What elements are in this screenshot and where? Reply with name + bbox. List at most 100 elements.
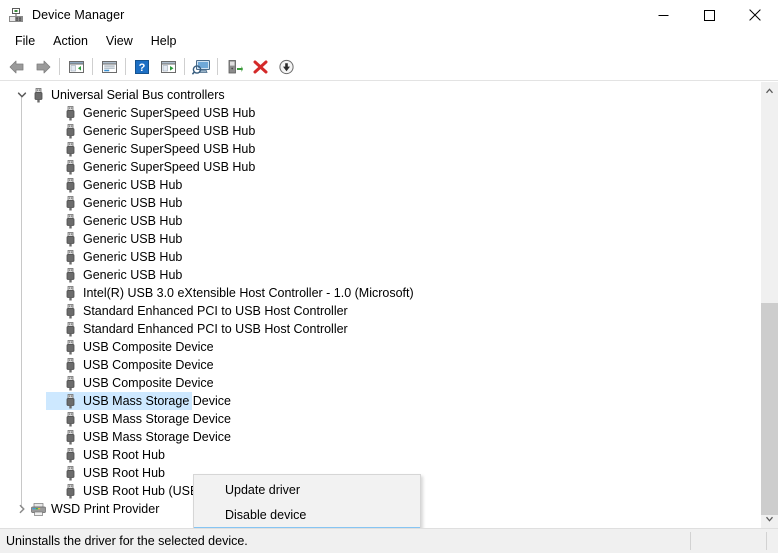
- usb-device-icon: [34, 87, 43, 102]
- tree-row[interactable]: USB Mass Storage Device: [0, 410, 760, 428]
- tree-row[interactable]: USB Root Hub: [0, 446, 760, 464]
- usb-device-icon: [66, 123, 75, 138]
- back-arrow-icon: [9, 60, 24, 73]
- usb-device-icon: [66, 285, 75, 300]
- usb-device-icon: [66, 141, 75, 156]
- disable-device-button[interactable]: [273, 55, 299, 79]
- tree-row[interactable]: USB Mass Storage Device: [0, 392, 760, 410]
- vertical-scrollbar[interactable]: [760, 82, 778, 528]
- tree-row[interactable]: Generic USB Hub: [0, 176, 760, 194]
- forward-button[interactable]: [30, 55, 56, 79]
- tree-row[interactable]: Universal Serial Bus controllers: [0, 86, 760, 104]
- tree-row[interactable]: Generic USB Hub: [0, 266, 760, 284]
- usb-device-icon: [66, 213, 75, 228]
- usb-device-icon: [66, 303, 75, 318]
- tree-row[interactable]: Generic SuperSpeed USB Hub: [0, 158, 760, 176]
- usb-device-icon: [66, 249, 75, 264]
- properties-button[interactable]: [96, 55, 122, 79]
- tree-row[interactable]: Generic SuperSpeed USB Hub: [0, 140, 760, 158]
- tree-row-label: USB Composite Device: [83, 340, 214, 354]
- tree-row[interactable]: Generic USB Hub: [0, 248, 760, 266]
- properties-window-icon: [101, 60, 117, 73]
- usb-device-icon: [66, 411, 75, 426]
- tree-row[interactable]: Standard Enhanced PCI to USB Host Contro…: [0, 320, 760, 338]
- tree-row[interactable]: USB Composite Device: [0, 338, 760, 356]
- menu-action[interactable]: Action: [44, 32, 97, 51]
- enable-device-icon: [228, 59, 243, 73]
- context-menu-item[interactable]: Uninstall device: [194, 527, 420, 528]
- tree-row[interactable]: USB Mass Storage Device: [0, 428, 760, 446]
- show-hide-console-tree-button[interactable]: [63, 55, 89, 79]
- forward-arrow-icon: [36, 60, 51, 73]
- tree-row-label: Intel(R) USB 3.0 eXtensible Host Control…: [83, 286, 414, 300]
- tree-row[interactable]: Generic USB Hub: [0, 212, 760, 230]
- chevron-right-icon[interactable]: [14, 500, 30, 518]
- window-title: Device Manager: [32, 8, 125, 22]
- svg-text:?: ?: [139, 62, 146, 74]
- tree-row-label: USB Composite Device: [83, 358, 214, 372]
- scroll-thumb[interactable]: [761, 303, 778, 515]
- close-button[interactable]: [732, 0, 778, 30]
- tree-row[interactable]: Generic SuperSpeed USB Hub: [0, 122, 760, 140]
- tree-row[interactable]: Generic USB Hub: [0, 230, 760, 248]
- usb-device-icon: [66, 231, 75, 246]
- usb-device-icon: [66, 195, 75, 210]
- scroll-track[interactable]: [761, 99, 778, 515]
- minimize-button[interactable]: [640, 0, 686, 30]
- context-menu[interactable]: Update driverDisable deviceUninstall dev…: [193, 474, 421, 528]
- context-menu-item[interactable]: Disable device: [194, 502, 420, 527]
- tree-row[interactable]: Standard Enhanced PCI to USB Host Contro…: [0, 302, 760, 320]
- usb-device-icon: [62, 158, 79, 176]
- menu-file[interactable]: File: [6, 32, 44, 51]
- chevron-down-icon: [17, 92, 27, 98]
- usb-device-icon: [66, 177, 75, 192]
- usb-device-icon: [62, 248, 79, 266]
- toolbar-separator: [184, 58, 185, 75]
- menu-view[interactable]: View: [97, 32, 142, 51]
- tree-row-label: Standard Enhanced PCI to USB Host Contro…: [83, 322, 348, 336]
- usb-device-icon: [62, 374, 79, 392]
- tree-row[interactable]: Generic SuperSpeed USB Hub: [0, 104, 760, 122]
- device-tree[interactable]: Universal Serial Bus controllers Generic …: [0, 82, 760, 528]
- tree-row-label: Generic USB Hub: [83, 250, 183, 264]
- tree-row[interactable]: Generic USB Hub: [0, 194, 760, 212]
- usb-device-icon: [62, 140, 79, 158]
- usb-controller-icon: [30, 86, 47, 104]
- tree-row-label: Generic USB Hub: [83, 214, 183, 228]
- tree-row[interactable]: Intel(R) USB 3.0 eXtensible Host Control…: [0, 284, 760, 302]
- chevron-right-icon: [19, 504, 25, 514]
- tree-row-label: USB Composite Device: [83, 376, 214, 390]
- maximize-button[interactable]: [686, 0, 732, 30]
- enable-device-button[interactable]: [221, 55, 247, 79]
- menu-help[interactable]: Help: [142, 32, 186, 51]
- tree-row-label: Standard Enhanced PCI to USB Host Contro…: [83, 304, 348, 318]
- context-menu-item[interactable]: Update driver: [194, 477, 420, 502]
- update-driver-monitor-icon: [191, 59, 210, 75]
- tree-row-label: USB Mass Storage Device: [83, 412, 231, 426]
- tree-row-label: USB Mass Storage Device: [83, 394, 231, 408]
- scan-for-hardware-changes-button[interactable]: [155, 55, 181, 79]
- help-button[interactable]: ?: [129, 55, 155, 79]
- tree-row-label: Generic USB Hub: [83, 196, 183, 210]
- usb-device-icon: [62, 338, 79, 356]
- uninstall-device-button[interactable]: [247, 55, 273, 79]
- caption-buttons: [640, 0, 778, 30]
- status-text: Uninstalls the driver for the selected d…: [6, 534, 248, 548]
- tree-row[interactable]: USB Composite Device: [0, 374, 760, 392]
- back-button[interactable]: [4, 55, 30, 79]
- chevron-down-icon[interactable]: [14, 86, 30, 104]
- update-driver-button[interactable]: [188, 55, 214, 79]
- tree-row-label: Generic SuperSpeed USB Hub: [83, 142, 256, 156]
- title-bar: Device Manager: [0, 0, 778, 30]
- tree-row[interactable]: USB Composite Device: [0, 356, 760, 374]
- scroll-up-button[interactable]: [761, 82, 778, 99]
